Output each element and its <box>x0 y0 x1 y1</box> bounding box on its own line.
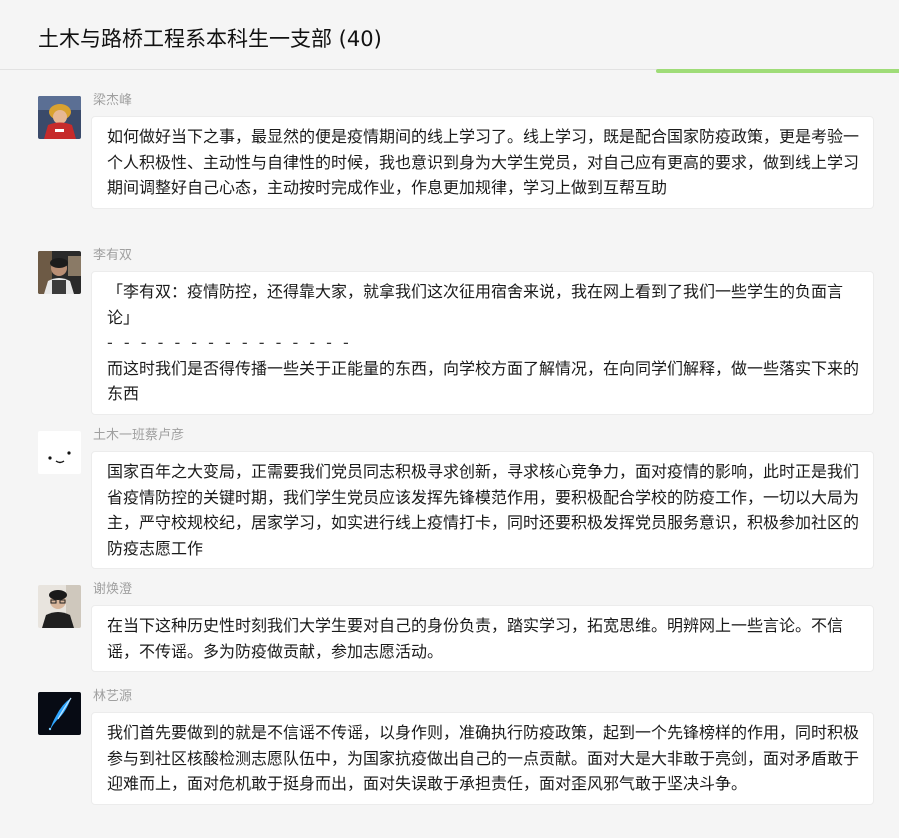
quote-text: 「李有双：疫情防控，还得靠大家，就拿我们这次征用宿舍来说，我在网上看到了我们一些… <box>107 282 844 327</box>
message-text: 而这时我们是否得传播一些关于正能量的东西，向学校方面了解情况，在向同学们解释，做… <box>107 358 860 404</box>
avatar[interactable] <box>38 585 81 628</box>
quote-divider: - - - - - - - - - - - - - - - <box>107 333 352 352</box>
chat-header: 土木与路桥工程系本科生一支部 (40) <box>0 0 899 70</box>
avatar[interactable] <box>38 431 81 474</box>
message-text: 如何做好当下之事，最显然的便是疫情期间的线上学习了。线上学习，既是配合国家防疫政… <box>107 127 860 197</box>
chat-title: 土木与路桥工程系本科生一支部 (40) <box>38 27 382 51</box>
message-bubble[interactable]: 在当下这种历史性时刻我们大学生要对自己的身份负责，踏实学习，拓宽思维。明辨网上一… <box>91 605 874 672</box>
blue-feather-icon <box>38 692 81 735</box>
message-text: 在当下这种历史性时刻我们大学生要对自己的身份负责，踏实学习，拓宽思维。明辨网上一… <box>107 616 844 661</box>
load-progress-bar <box>0 69 899 73</box>
sender-name: 谢焕澄 <box>93 582 133 597</box>
sender-name: 李有双 <box>93 248 133 263</box>
message-bubble[interactable]: 我们首先要做到的就是不信谣不传谣，以身作则，准确执行防疫政策，起到一个先锋榜样的… <box>91 712 874 805</box>
avatar[interactable] <box>38 692 81 735</box>
message-bubble[interactable]: 国家百年之大变局，正需要我们党员同志积极寻求创新，寻求核心竞争力，面对疫情的影响… <box>91 451 874 569</box>
smiley-face-icon <box>38 431 81 474</box>
message-text: 我们首先要做到的就是不信谣不传谣，以身作则，准确执行防疫政策，起到一个先锋榜样的… <box>107 723 860 793</box>
person-red-hoodie-icon <box>38 96 81 139</box>
avatar[interactable] <box>38 96 81 139</box>
avatar[interactable] <box>38 251 81 294</box>
message-bubble[interactable]: 「李有双：疫情防控，还得靠大家，就拿我们这次征用宿舍来说，我在网上看到了我们一些… <box>91 271 874 415</box>
message-bubble[interactable]: 如何做好当下之事，最显然的便是疫情期间的线上学习了。线上学习，既是配合国家防疫政… <box>91 116 874 209</box>
load-progress-fill <box>656 69 899 73</box>
sender-name: 林艺源 <box>93 689 133 704</box>
message-text: 国家百年之大变局，正需要我们党员同志积极寻求创新，寻求核心竞争力，面对疫情的影响… <box>107 462 860 558</box>
sender-name: 梁杰峰 <box>93 93 133 108</box>
person-dark-photo-icon <box>38 251 81 294</box>
person-portrait-icon <box>38 585 81 628</box>
sender-name: 土木一班蔡卢彦 <box>93 428 185 443</box>
